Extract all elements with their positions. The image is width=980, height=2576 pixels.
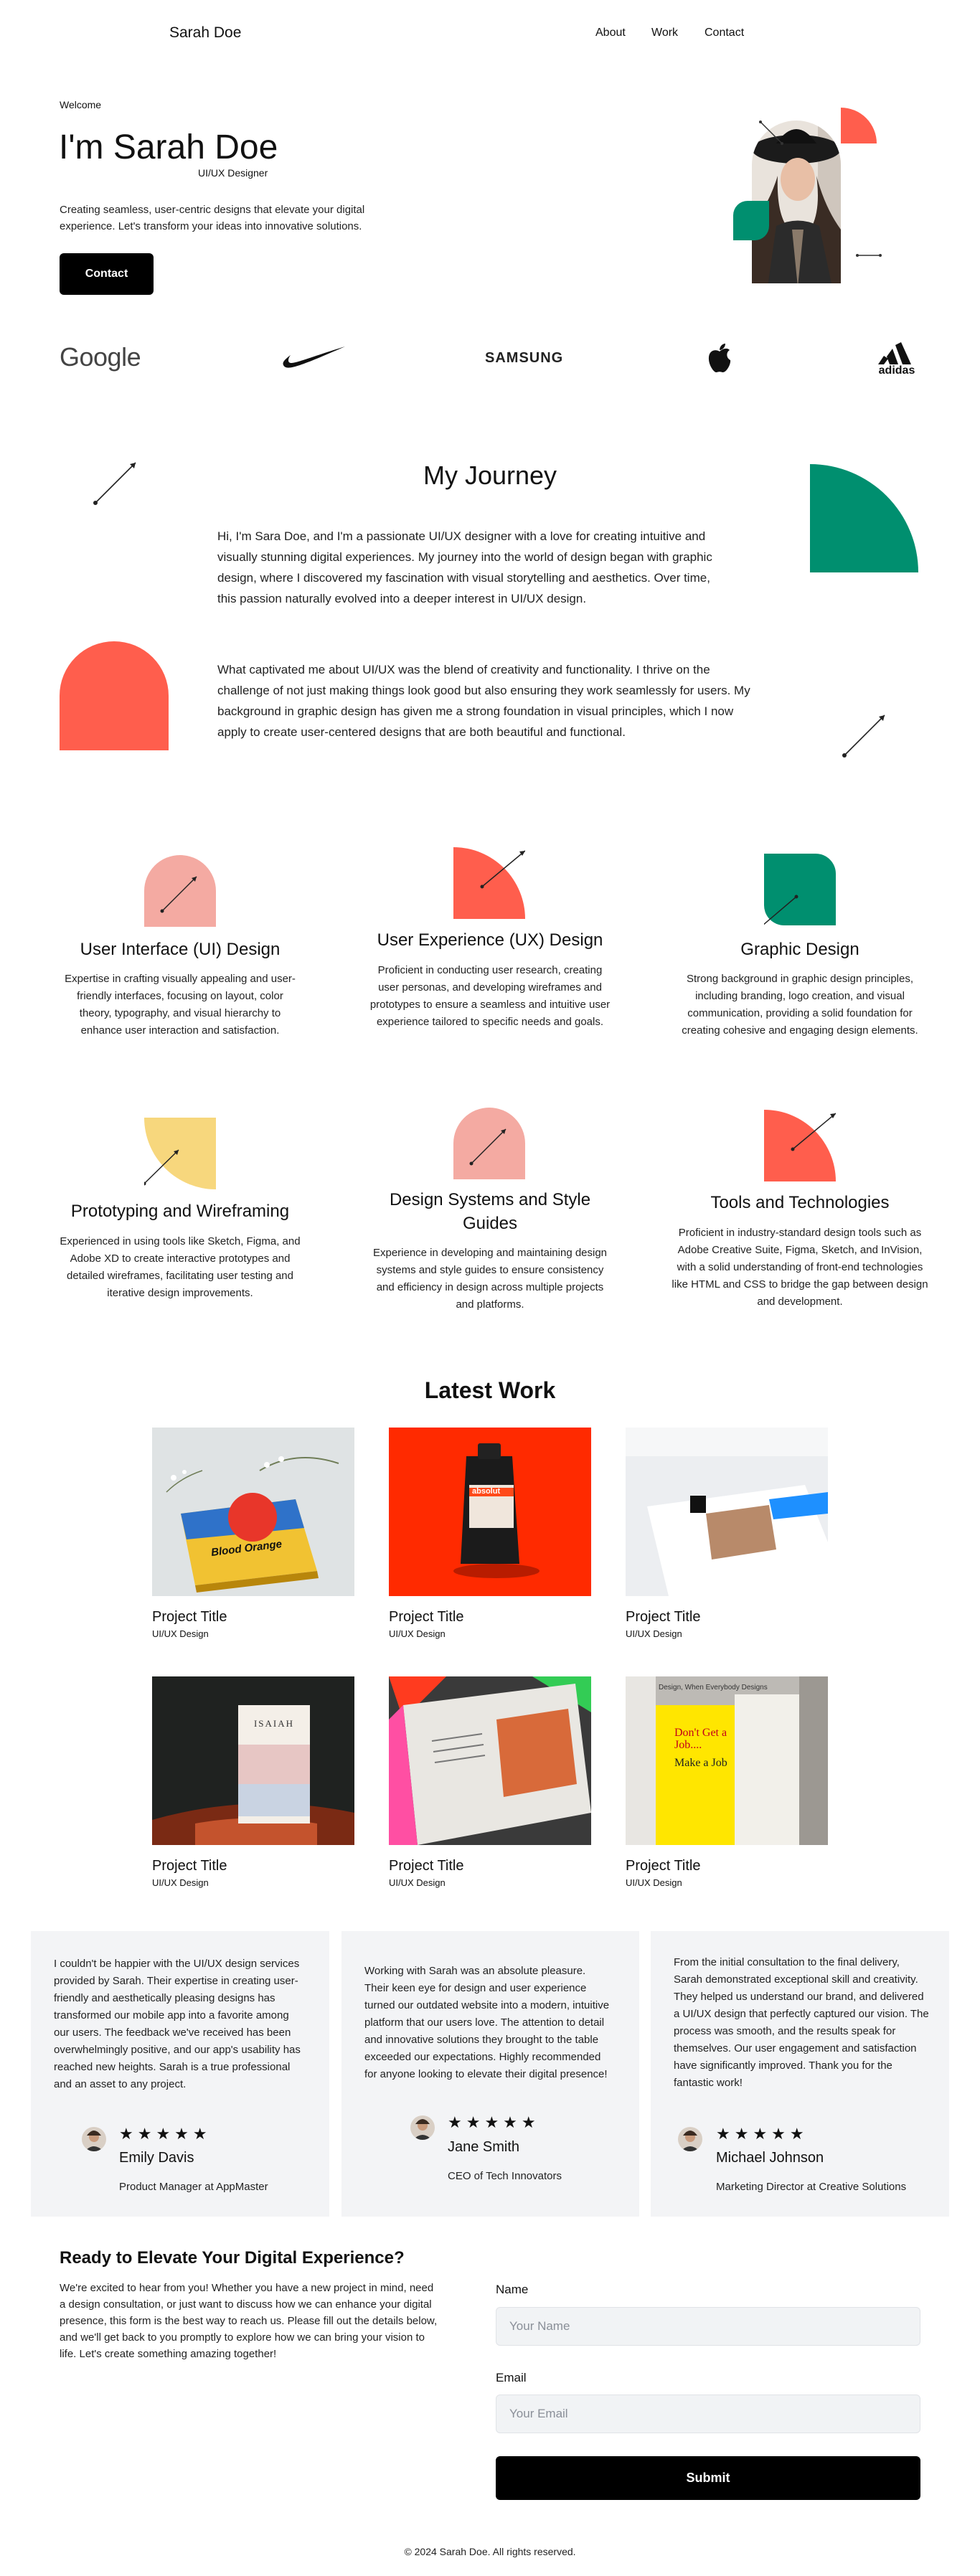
testimonial-card-3: From the initial consultation to the fin… [651,1931,949,2217]
project-image-4[interactable]: ISAIAH [152,1676,354,1845]
service-title-ux: User Experience (UX) Design [377,930,603,950]
project-category-5: UI/UX Design [389,1877,446,1888]
journey-quarter-green [810,464,918,572]
hero-description: Creating seamless, user-centric designs … [60,204,365,232]
service-title-graphic: Graphic Design [740,940,859,959]
submit-button[interactable]: Submit [496,2456,920,2500]
service-icon-prototyping [144,1118,216,1189]
project-category-4: UI/UX Design [152,1877,209,1888]
hero-welcome: Welcome [60,99,102,110]
project-title-2[interactable]: Project Title [389,1609,463,1626]
testimonial-quote: I couldn't be happier with the UI/UX des… [54,1958,301,2090]
hero-title: I'm Sarah Doe [59,128,278,166]
project-title-6[interactable]: Project Title [626,1858,700,1874]
adidas-logo: adidas [874,341,920,377]
pouch-label-text: absolut [472,1487,501,1496]
nike-swoosh-logo [282,344,347,369]
testimonial-role: CEO of Tech Innovators [448,2170,562,2182]
name-label: Name [496,2283,529,2296]
book-spine-title: Design, When Everybody Designs [659,1684,768,1692]
nav-contact-link[interactable]: Contact [705,27,744,39]
service-icon-design-systems [453,1108,525,1179]
testimonial-quote: Working with Sarah was an absolute pleas… [364,1965,610,2080]
contact-description: We're excited to hear from you! Whether … [60,2282,438,2360]
name-input[interactable] [496,2307,920,2346]
avatar [410,2115,435,2140]
service-title-prototyping: Prototyping and Wireframing [70,1202,290,1221]
star-rating: ★★★★★ [448,2113,540,2131]
testimonial-card-2: Working with Sarah was an absolute pleas… [341,1931,639,2217]
testimonial-quote: From the initial consultation to the fin… [674,1956,929,2089]
service-icon-ui [144,855,216,927]
project-category-1: UI/UX Design [152,1628,209,1639]
hero-subtitle: UI/UX Designer [198,167,268,179]
latest-work-title: Latest Work [424,1377,556,1403]
project-category-3: UI/UX Design [626,1628,682,1639]
journey-arrow-right [841,712,888,759]
project-category-2: UI/UX Design [389,1628,446,1639]
testimonial-name: Jane Smith [448,2139,520,2155]
service-icon-graphic [764,854,836,925]
brand-name[interactable]: Sarah Doe [169,24,241,42]
book-cover-title: ISAIAH [253,1718,295,1729]
nav-work-link[interactable]: Work [651,27,678,39]
testimonial-card-1: I couldn't be happier with the UI/UX des… [31,1931,329,2217]
service-title-ui: User Interface (UI) Design [80,940,281,959]
contact-title: Ready to Elevate Your Digital Experience… [60,2248,405,2268]
service-desc-ui: Expertise in crafting visually appealing… [65,973,296,1037]
google-logo: Google [60,342,141,372]
journey-paragraph-2: What captivated me about UI/UX was the b… [217,663,750,739]
service-desc-graphic: Strong background in graphic design prin… [682,973,918,1037]
adidas-wordmark: adidas [878,364,915,377]
journey-paragraph-1: Hi, I'm Sara Doe, and I'm a passionate U… [217,529,712,605]
hero-portrait-graphic [732,108,904,287]
service-icon-ux [453,847,525,919]
service-desc-ux: Proficient in conducting user research, … [369,964,611,1028]
testimonial-role: Product Manager at AppMaster [119,2181,268,2193]
email-label: Email [496,2371,527,2384]
star-rating: ★★★★★ [119,2125,212,2143]
avatar [678,2127,702,2151]
yellow-book-line-2: Make a Job [674,1757,727,1769]
yellow-book-line-1: Don't Get a Job.... [674,1727,727,1751]
service-desc-prototyping: Experienced in using tools like Sketch, … [60,1235,301,1299]
project-category-6: UI/UX Design [626,1877,682,1888]
project-image-5[interactable] [389,1676,591,1845]
star-rating: ★★★★★ [716,2125,809,2143]
service-icon-tools [764,1110,836,1181]
service-desc-design-systems: Experience in developing and maintaining… [372,1247,608,1311]
footer-copyright: © 2024 Sarah Doe. All rights reserved. [404,2546,576,2557]
testimonial-name: Emily Davis [119,2150,194,2166]
service-title-tools: Tools and Technologies [710,1193,890,1212]
avatar [82,2127,106,2151]
nav-about-link[interactable]: About [595,27,626,39]
testimonial-role: Marketing Director at Creative Solutions [716,2181,907,2193]
journey-arch-coral [60,641,169,750]
project-title-1[interactable]: Project Title [152,1609,227,1626]
service-desc-tools: Proficient in industry-standard design t… [672,1227,928,1308]
project-image-6[interactable]: Design, When Everybody Designs Don't Get… [626,1676,828,1845]
project-image-1[interactable]: Blood Orange [152,1428,354,1596]
service-title-design-systems: Design Systems and Style Guides [389,1190,591,1233]
hero-contact-button[interactable]: Contact [60,253,154,295]
testimonial-name: Michael Johnson [716,2150,824,2166]
project-title-4[interactable]: Project Title [152,1858,227,1874]
project-image-2[interactable]: absolut [389,1428,591,1596]
samsung-logo: SAMSUNG [485,350,564,366]
project-image-3[interactable] [626,1428,828,1596]
project-title-3[interactable]: Project Title [626,1609,700,1626]
project-title-5[interactable]: Project Title [389,1858,463,1874]
apple-logo [707,343,732,373]
email-input[interactable] [496,2395,920,2433]
